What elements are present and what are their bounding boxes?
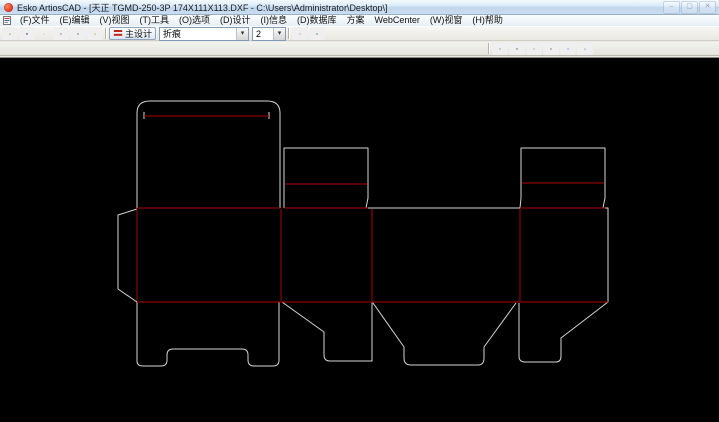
drawing-canvas[interactable] bbox=[0, 57, 719, 422]
open-folder-icon bbox=[9, 28, 11, 40]
pointage-combo[interactable]: 2 bbox=[252, 27, 286, 41]
maximize-button[interactable]: ▢ bbox=[681, 1, 698, 14]
artioscad-window: Esko ArtiosCAD - [天正 TGMD-250-3P 174X111… bbox=[0, 0, 719, 422]
title-bar: Esko ArtiosCAD - [天正 TGMD-250-3P 174X111… bbox=[0, 0, 719, 15]
open-design-button[interactable] bbox=[53, 27, 69, 40]
line-properties-button[interactable] bbox=[292, 27, 308, 40]
window-controls: –▢✕ bbox=[663, 1, 716, 14]
design-window-icon bbox=[60, 28, 62, 40]
zoom-out-button[interactable] bbox=[526, 42, 542, 55]
design-browser-button[interactable] bbox=[87, 27, 103, 40]
dieline-drawing bbox=[0, 58, 719, 422]
menu-webcenter[interactable]: WebCenter bbox=[370, 15, 425, 26]
folders-icon bbox=[94, 28, 96, 40]
menu-options[interactable]: (O)选项 bbox=[174, 15, 215, 26]
scale-to-fit-button[interactable] bbox=[543, 42, 559, 55]
print-icon bbox=[43, 28, 45, 40]
rebuild-icon bbox=[567, 43, 569, 55]
cut-line bbox=[137, 101, 280, 208]
zoom-in-button[interactable] bbox=[492, 42, 508, 55]
app-icon[interactable] bbox=[4, 3, 13, 12]
cut-line bbox=[118, 209, 137, 302]
window-title: Esko ArtiosCAD - [天正 TGMD-250-3P 174X111… bbox=[17, 1, 387, 14]
cut-line bbox=[605, 208, 608, 302]
menu-help[interactable]: (H)帮助 bbox=[467, 15, 508, 26]
main-design-icon bbox=[113, 28, 123, 40]
cut-line bbox=[282, 302, 372, 361]
layers-button[interactable] bbox=[309, 27, 325, 40]
scale-to-fit-icon bbox=[550, 43, 552, 55]
menu-database[interactable]: (D)数据库 bbox=[292, 15, 342, 26]
chevron-down-icon[interactable] bbox=[273, 28, 285, 40]
design-import-icon bbox=[77, 28, 79, 40]
close-button[interactable]: ✕ bbox=[699, 1, 716, 14]
open-button[interactable] bbox=[2, 27, 18, 40]
menu-info[interactable]: (I)信息 bbox=[256, 15, 293, 26]
menu-edit[interactable]: (E)编辑 bbox=[55, 15, 95, 26]
line-type-combo[interactable]: 折痕 bbox=[159, 27, 249, 41]
menu-window[interactable]: (W)视窗 bbox=[425, 15, 468, 26]
rebuild-button[interactable] bbox=[560, 42, 576, 55]
pointage-value: 2 bbox=[253, 29, 273, 39]
zoom-out-icon bbox=[533, 43, 535, 55]
cut-line bbox=[373, 303, 516, 365]
zoom-in-icon bbox=[499, 43, 501, 55]
zoom-window-icon bbox=[516, 43, 518, 55]
cut-line bbox=[520, 148, 605, 208]
view-toolbar bbox=[0, 42, 719, 56]
menu-view[interactable]: (V)视图 bbox=[95, 15, 135, 26]
main-design-button[interactable]: 主设计 bbox=[109, 27, 156, 40]
cut-line bbox=[137, 302, 279, 366]
import-design-button[interactable] bbox=[70, 27, 86, 40]
line-properties-icon bbox=[299, 28, 301, 40]
menu-bar: (F)文件(E)编辑(V)视图(T)工具(O)选项(D)设计(I)信息(D)数据… bbox=[0, 15, 719, 26]
toolbar-separator bbox=[288, 28, 290, 39]
zoom-window-button[interactable] bbox=[509, 42, 525, 55]
menu-layout[interactable]: 方案 bbox=[342, 15, 370, 26]
minimize-button[interactable]: – bbox=[663, 1, 680, 14]
line-type-value: 折痕 bbox=[160, 27, 236, 40]
view-mode-icon bbox=[584, 43, 586, 55]
menu-tools[interactable]: (T)工具 bbox=[135, 15, 175, 26]
print-button bbox=[36, 27, 52, 40]
menu-file[interactable]: (F)文件 bbox=[15, 15, 55, 26]
main-design-label: 主设计 bbox=[125, 27, 152, 40]
toolbar-separator bbox=[488, 43, 490, 54]
menu-design[interactable]: (D)设计 bbox=[215, 15, 256, 26]
toolbar-separator bbox=[105, 28, 107, 39]
save-button[interactable] bbox=[19, 27, 35, 40]
chevron-down-icon[interactable] bbox=[236, 28, 248, 40]
cut-line bbox=[519, 302, 608, 362]
view-mode-button[interactable] bbox=[577, 42, 593, 55]
document-icon[interactable] bbox=[3, 16, 11, 25]
main-toolbar: 主设计 折痕 2 bbox=[0, 26, 719, 41]
cut-line bbox=[284, 148, 368, 208]
save-icon bbox=[26, 28, 28, 40]
layers-icon bbox=[316, 28, 318, 40]
main-design-icon bbox=[113, 28, 123, 38]
